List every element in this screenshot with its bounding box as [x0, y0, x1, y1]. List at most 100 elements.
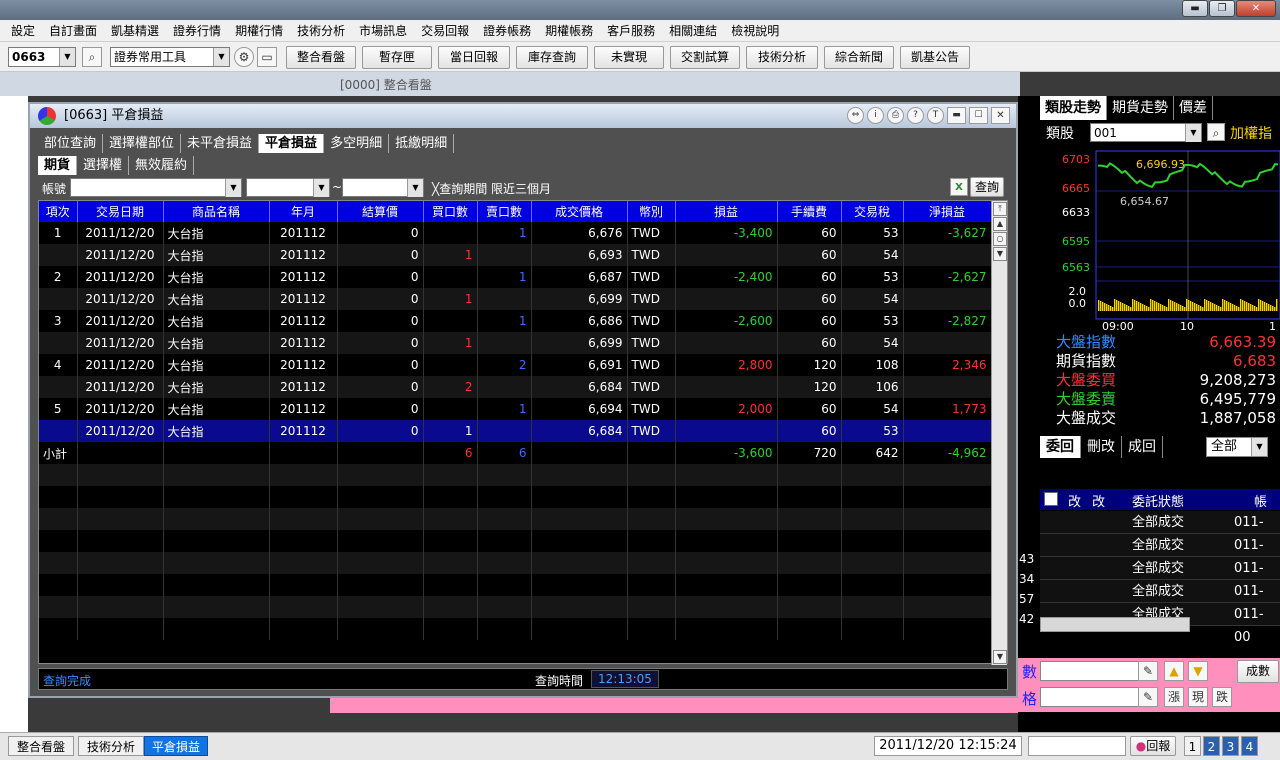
menu-item[interactable]: 設定 — [4, 20, 42, 42]
order-h-scrollbar[interactable] — [1040, 617, 1190, 632]
page-button[interactable]: 3 — [1222, 736, 1239, 756]
chevron-down-icon[interactable]: ▼ — [407, 179, 423, 197]
table-row[interactable]: 2011/12/20 大台指 201112 0 2 6,684 TWD 120 106 — [39, 376, 992, 398]
chevron-down-icon[interactable]: ▼ — [225, 179, 241, 197]
window-add-icon[interactable]: ▭ — [257, 47, 277, 67]
taskbar-tab[interactable]: 技術分析 — [78, 736, 144, 756]
menu-item[interactable]: 技術分析 — [290, 20, 352, 42]
column-header[interactable]: 損益 — [675, 201, 778, 222]
date-to-input[interactable]: 2011/12/20 ▼ — [342, 178, 424, 197]
toolbar-button[interactable]: 綜合新聞 — [824, 46, 894, 69]
table-row[interactable]: 2011/12/20 大台指 201112 0 1 6,699 TWD 60 54 — [39, 288, 992, 310]
right-panel-tab[interactable]: 類股走勢 — [1040, 96, 1107, 120]
chevron-down-icon[interactable]: ▼ — [59, 48, 75, 66]
search-icon[interactable]: ⌕ — [82, 47, 102, 67]
gear-icon[interactable]: ⚙ — [234, 47, 254, 67]
menu-item[interactable]: 證券行情 — [166, 20, 228, 42]
close-icon[interactable]: ✕ — [991, 107, 1010, 124]
print-icon[interactable]: ⎙ — [887, 107, 904, 124]
select-all-checkbox[interactable] — [1044, 492, 1058, 506]
order-tab[interactable]: 委回 — [1040, 436, 1081, 458]
column-header[interactable]: 結算價 — [337, 201, 424, 222]
maximize-icon[interactable]: ☐ — [969, 107, 988, 124]
close-icon[interactable]: ✕ — [1236, 0, 1276, 17]
order-row[interactable]: 全部成交011-00 — [1040, 557, 1280, 599]
toolbar-button[interactable]: 整合看盤 — [286, 46, 356, 69]
account-combo[interactable]: ▼ — [70, 178, 242, 197]
topmost-icon[interactable]: T — [927, 107, 944, 124]
pencil-icon[interactable]: ✎ — [1138, 661, 1158, 681]
toolbar-button[interactable]: 當日回報 — [438, 46, 510, 69]
link-icon[interactable]: ⇔ — [847, 107, 864, 124]
command-input[interactable] — [1028, 736, 1126, 756]
menu-item[interactable]: 客戶服務 — [600, 20, 662, 42]
column-header[interactable]: 項次 — [39, 201, 78, 222]
help-icon[interactable]: ? — [907, 107, 924, 124]
deal-button[interactable]: 成數 — [1237, 660, 1279, 683]
order-tab[interactable]: 刪改 — [1081, 436, 1122, 458]
toolbar-button[interactable]: 交割試算 — [670, 46, 740, 69]
scroll-bottom-icon[interactable]: ▼ — [993, 650, 1007, 664]
order-row[interactable]: 全部成交011-00 — [1040, 580, 1280, 622]
order-row[interactable]: 全部成交011-00 — [1040, 534, 1280, 576]
column-header[interactable]: 交易稅 — [841, 201, 904, 222]
subtab[interactable]: 選擇權 — [77, 156, 130, 175]
column-header[interactable]: 買口數 — [423, 201, 478, 222]
page-button[interactable]: 1 — [1184, 736, 1201, 756]
column-header[interactable]: 交易日期 — [77, 201, 164, 222]
pencil-icon[interactable]: ✎ — [1138, 687, 1158, 707]
menu-item[interactable]: 檢視說明 — [724, 20, 786, 42]
table-row[interactable]: 2011/12/20 大台指 201112 0 1 6,684 TWD 60 53 — [39, 420, 992, 442]
table-row[interactable]: 2 2011/12/20 大台指 201112 0 1 6,687 TWD -2,400 60 53… — [39, 266, 992, 288]
chevron-down-icon[interactable]: ▼ — [1185, 124, 1201, 142]
sector-combo[interactable]: 001 ▼ — [1090, 123, 1202, 142]
column-header[interactable]: 賣口數 — [477, 201, 532, 222]
column-header[interactable]: 商品名稱 — [163, 201, 270, 222]
chevron-down-icon[interactable]: ▼ — [213, 48, 229, 66]
menu-item[interactable]: 市場訊息 — [352, 20, 414, 42]
toolbar-button[interactable]: 凱基公告 — [900, 46, 970, 69]
taskbar-tab[interactable]: 整合看盤 — [8, 736, 74, 756]
column-header[interactable]: 淨損益 — [903, 201, 992, 222]
triangle-up-icon[interactable]: ▲ — [1164, 661, 1184, 681]
minimize-icon[interactable]: ▬ — [1182, 0, 1208, 17]
menu-item[interactable]: 相關連結 — [662, 20, 724, 42]
scroll-up-icon[interactable]: ▲ — [993, 217, 1007, 231]
tab[interactable]: 平倉損益 — [259, 134, 325, 153]
tab[interactable]: 未平倉損益 — [181, 134, 260, 153]
taskbar-tab[interactable]: 平倉損益 — [144, 736, 208, 756]
table-row[interactable]: 5 2011/12/20 大台指 201112 0 1 6,694 TWD 2,000 60 54 1… — [39, 398, 992, 420]
toolbar-button[interactable]: 暫存匣 — [362, 46, 432, 69]
quantity-input[interactable]: 1 — [1040, 661, 1152, 681]
tab[interactable]: 抵繳明細 — [389, 134, 455, 153]
menu-item[interactable]: 自訂畫面 — [42, 20, 104, 42]
toolbar-button[interactable]: 未實現 — [594, 46, 664, 69]
menu-item[interactable]: 期權行情 — [228, 20, 290, 42]
column-header[interactable]: 手續費 — [777, 201, 842, 222]
page-button[interactable]: 4 — [1241, 736, 1258, 756]
query-button[interactable]: 查詢 — [970, 177, 1004, 197]
table-row[interactable]: 3 2011/12/20 大台指 201112 0 1 6,686 TWD -2,600 60 53… — [39, 310, 992, 332]
scroll-down-icon[interactable]: ▼ — [993, 247, 1007, 261]
stock-code-combo[interactable]: 0663 ▼ — [8, 47, 76, 67]
right-panel-tab[interactable]: 價差 — [1174, 96, 1213, 120]
order-column-header[interactable]: 委託狀態 — [1132, 491, 1184, 510]
column-header[interactable]: 年月 — [269, 201, 338, 222]
page-button[interactable]: 2 — [1203, 736, 1220, 756]
scroll-center-icon[interactable]: ○ — [993, 232, 1007, 246]
report-button[interactable]: ●回報 — [1130, 736, 1176, 756]
price-button[interactable]: 跌 — [1212, 687, 1232, 707]
column-header[interactable]: 成交價格 — [531, 201, 628, 222]
weighted-index-link[interactable]: 加權指 — [1230, 123, 1272, 143]
order-column-header[interactable]: 帳 — [1254, 491, 1267, 510]
search-icon[interactable]: ⌕ — [1207, 123, 1225, 141]
restore-icon[interactable]: ❐ — [1209, 0, 1235, 17]
tab[interactable]: 選擇權部位 — [103, 134, 182, 153]
info-icon[interactable]: i — [867, 107, 884, 124]
scroll-top-icon[interactable]: ⤒ — [993, 202, 1007, 216]
price-input[interactable] — [1040, 687, 1152, 707]
date-from-input[interactable]: 2011/12/20 ▼ — [246, 178, 330, 197]
menu-item[interactable]: 交易回報 — [414, 20, 476, 42]
price-button[interactable]: 漲 — [1164, 687, 1184, 707]
chevron-down-icon[interactable]: ▼ — [313, 179, 329, 197]
